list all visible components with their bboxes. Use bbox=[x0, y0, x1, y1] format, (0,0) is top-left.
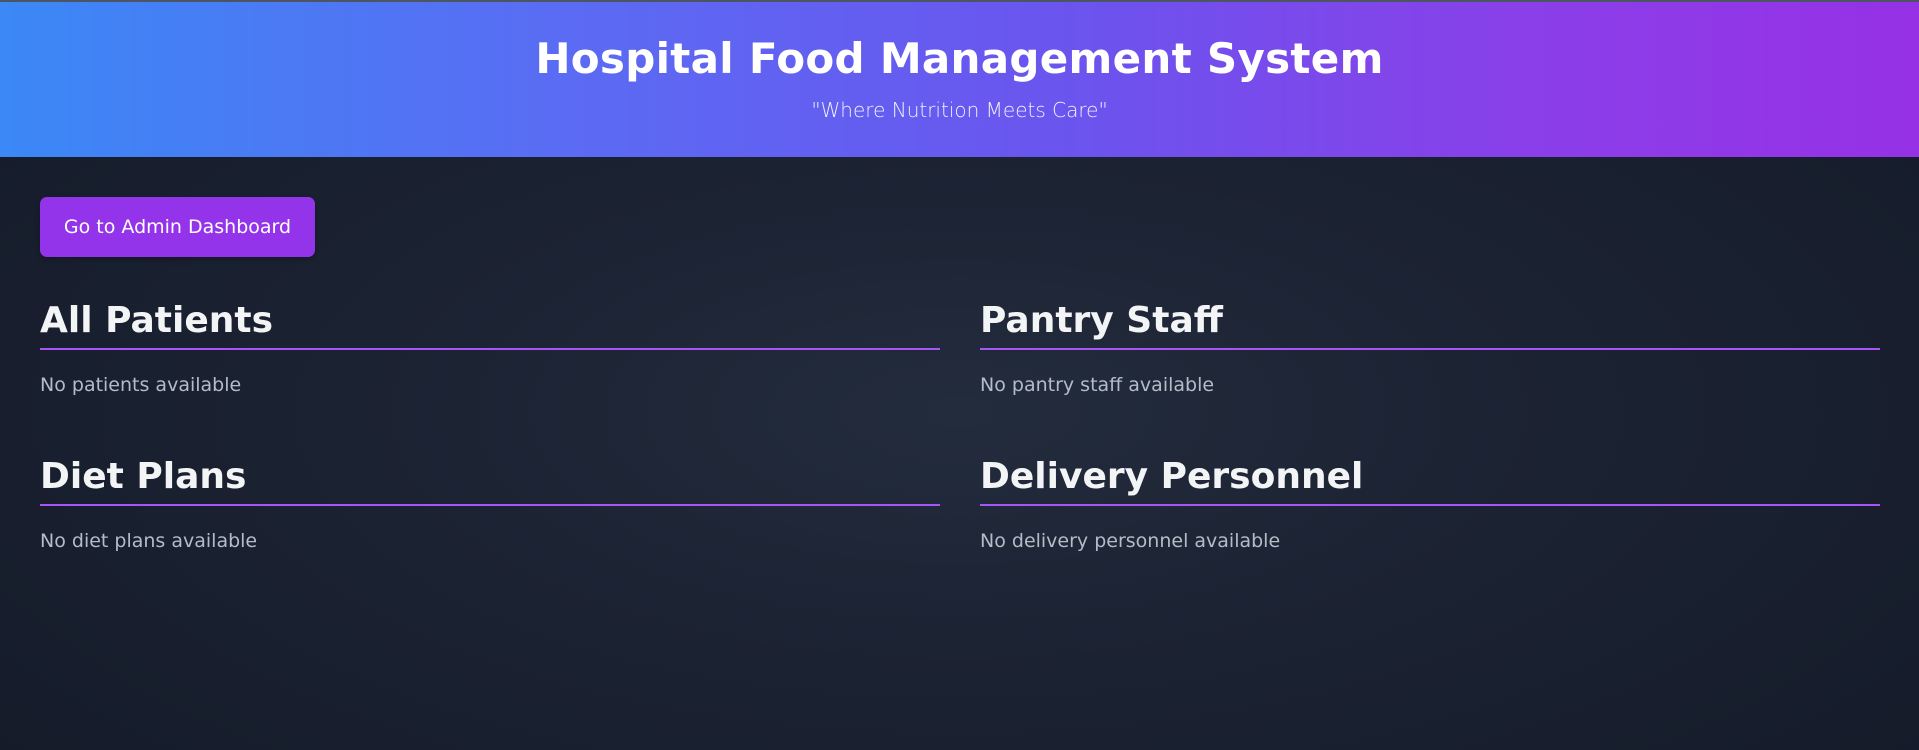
app-title: Hospital Food Management System bbox=[535, 34, 1384, 83]
patients-section: All Patients No patients available bbox=[40, 296, 940, 396]
pantry-staff-section: Pantry Staff No pantry staff available bbox=[980, 296, 1880, 396]
app-tagline: "Where Nutrition Meets Care" bbox=[811, 98, 1108, 122]
delivery-personnel-empty-message: No delivery personnel available bbox=[980, 530, 1281, 552]
diet-plans-empty-message: No diet plans available bbox=[40, 530, 258, 552]
patients-empty-message: No patients available bbox=[40, 374, 242, 396]
section-title-delivery-personnel: Delivery Personnel bbox=[980, 456, 1364, 497]
section-divider bbox=[40, 504, 940, 506]
section-title-patients: All Patients bbox=[40, 300, 274, 341]
pantry-staff-empty-message: No pantry staff available bbox=[980, 374, 1215, 396]
admin-dashboard-button[interactable]: Go to Admin Dashboard bbox=[40, 197, 315, 257]
section-title-diet-plans: Diet Plans bbox=[40, 456, 247, 497]
section-title-pantry-staff: Pantry Staff bbox=[980, 300, 1223, 341]
delivery-personnel-section: Delivery Personnel No delivery personnel… bbox=[980, 452, 1880, 552]
section-divider bbox=[980, 348, 1880, 350]
page-header: Hospital Food Management System "Where N… bbox=[0, 2, 1919, 157]
diet-plans-section: Diet Plans No diet plans available bbox=[40, 452, 940, 552]
section-divider bbox=[40, 348, 940, 350]
section-divider bbox=[980, 504, 1880, 506]
